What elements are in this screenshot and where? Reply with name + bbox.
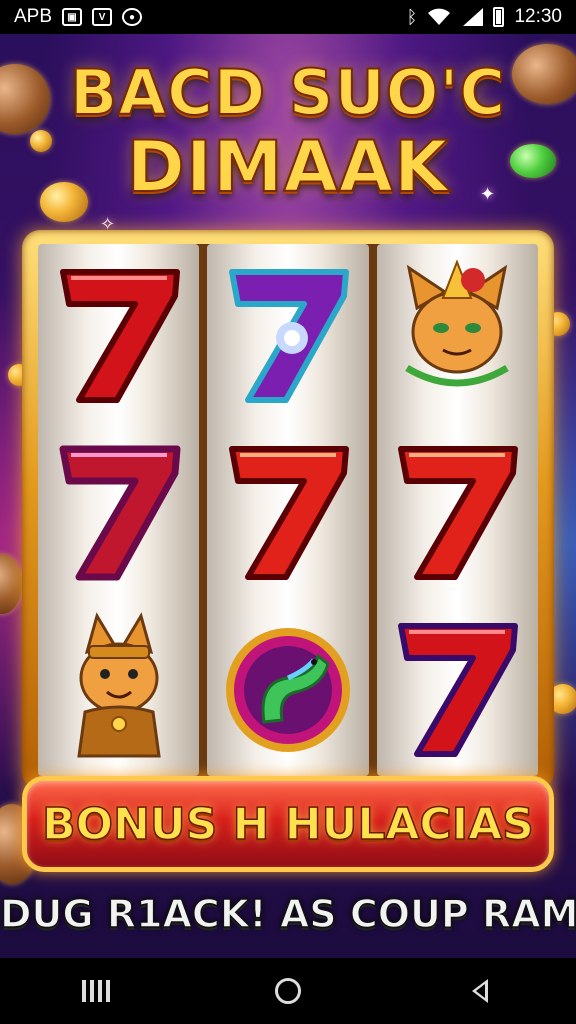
game-title-line1: BACD SUO'C xyxy=(69,55,506,130)
slot-symbol-red-seven xyxy=(213,425,363,595)
navigation-bar xyxy=(0,958,576,1024)
promo-tagline: DUG R1ACK! AS COUP RAM! xyxy=(0,891,576,937)
back-icon xyxy=(472,979,488,1003)
circle-notification-icon: ● xyxy=(122,8,143,26)
slot-symbol-red-seven xyxy=(44,425,194,595)
bluetooth-icon: ᛒ xyxy=(406,6,418,27)
carrier-label: APB xyxy=(14,6,53,27)
battery-icon xyxy=(493,7,505,27)
slot-symbol-cat-mascot xyxy=(44,602,194,772)
status-bar: APB ▣ V ● ᛒ 12:30 xyxy=(0,0,576,34)
slot-symbol-serpent-emblem xyxy=(213,602,363,772)
recents-icon xyxy=(82,980,110,1002)
signal-icon xyxy=(461,8,484,26)
reel-1 xyxy=(38,244,200,776)
coin-decoration xyxy=(0,554,22,614)
slot-symbol-red-seven xyxy=(44,248,194,418)
recents-button[interactable] xyxy=(66,966,126,1016)
reels-container xyxy=(38,244,538,776)
game-title-line2: DIMAAK xyxy=(126,125,450,209)
slot-symbol-red-seven xyxy=(382,602,532,772)
bonus-button-label: BONUS H HULACIAS xyxy=(41,798,534,851)
home-icon xyxy=(275,978,301,1004)
clock: 12:30 xyxy=(514,6,562,27)
wifi-icon xyxy=(428,8,451,25)
slot-symbol-red-seven xyxy=(382,425,532,595)
bonus-button[interactable]: BONUS H HULACIAS xyxy=(22,776,554,872)
vine-notification-icon: V xyxy=(92,8,113,26)
game-screen: ✦ ✦ ✦ ✧ BACD SUO'C DIMAAK xyxy=(0,34,576,958)
home-button[interactable] xyxy=(258,966,318,1016)
reel-3 xyxy=(376,244,538,776)
reel-2 xyxy=(207,244,369,776)
app-notification-icon: ▣ xyxy=(62,8,83,26)
slot-machine-frame xyxy=(22,230,554,790)
slot-symbol-cat-warrior-mascot xyxy=(382,248,532,418)
back-button[interactable] xyxy=(450,966,510,1016)
slot-symbol-purple-seven xyxy=(213,248,363,418)
status-bar-right: ᛒ 12:30 xyxy=(407,6,562,28)
status-bar-left: APB ▣ V ● xyxy=(14,6,143,28)
